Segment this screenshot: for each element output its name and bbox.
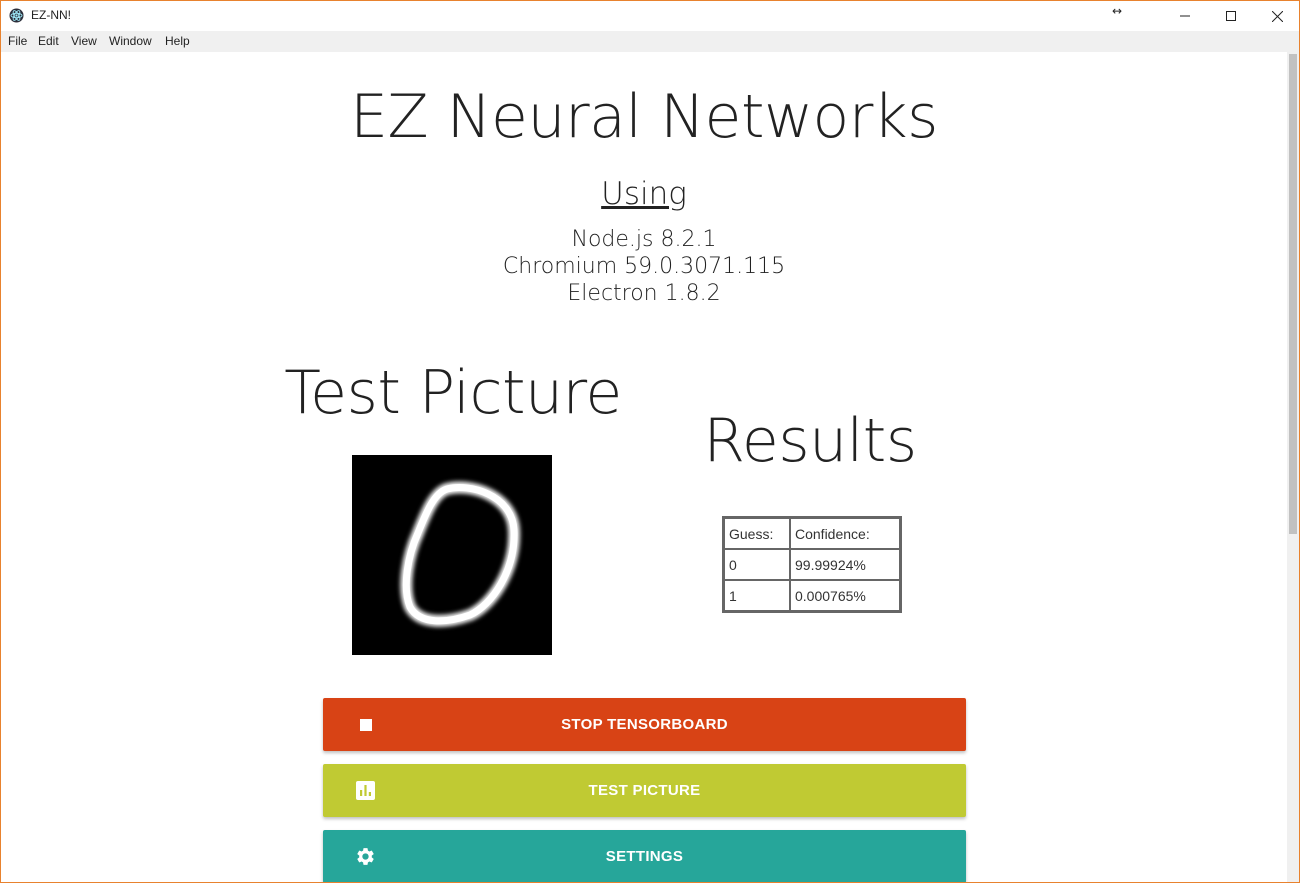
menu-help[interactable]: Help bbox=[165, 34, 190, 48]
page-title: EZ Neural Networks bbox=[350, 82, 938, 152]
menu-file[interactable]: File bbox=[8, 34, 27, 48]
resize-cursor-icon: ↔ bbox=[1112, 4, 1123, 18]
confidence-cell: 99.99924% bbox=[789, 548, 902, 581]
table-header-row: Guess: Confidence: bbox=[722, 516, 902, 550]
table-header-confidence: Confidence: bbox=[789, 516, 902, 550]
close-icon bbox=[1271, 10, 1283, 22]
test-picture-label: TEST PICTURE bbox=[588, 782, 701, 799]
confidence-cell: 0.000765% bbox=[789, 579, 902, 613]
minimize-icon bbox=[1180, 15, 1190, 17]
guess-cell: 1 bbox=[722, 579, 791, 613]
using-heading: Using bbox=[601, 176, 687, 212]
table-row: 0 99.99924% bbox=[722, 548, 902, 581]
gear-icon bbox=[355, 846, 376, 867]
settings-button[interactable]: SETTINGS bbox=[323, 830, 966, 882]
results-title: Results bbox=[703, 406, 917, 476]
stop-tensorboard-button[interactable]: STOP TENSORBOARD bbox=[323, 698, 966, 751]
close-button[interactable] bbox=[1254, 1, 1299, 31]
table-row: 1 0.000765% bbox=[722, 579, 902, 613]
window-title: EZ-NN! bbox=[31, 8, 71, 22]
menu-window[interactable]: Window bbox=[109, 34, 152, 48]
title-bar: EZ-NN! ↔ bbox=[1, 1, 1299, 31]
test-digit-image bbox=[352, 455, 552, 655]
menu-edit[interactable]: Edit bbox=[38, 34, 59, 48]
stop-tensorboard-label: STOP TENSORBOARD bbox=[561, 716, 728, 733]
test-picture-title: Test Picture bbox=[284, 358, 622, 428]
chart-icon bbox=[355, 780, 376, 801]
version-electron: Electron 1.8.2 bbox=[567, 281, 721, 306]
menu-view[interactable]: View bbox=[71, 34, 97, 48]
version-chromium: Chromium 59.0.3071.115 bbox=[502, 254, 786, 279]
scrollbar-thumb[interactable] bbox=[1289, 54, 1297, 534]
main-content: EZ Neural Networks Using Node.js 8.2.1 C… bbox=[1, 52, 1287, 882]
app-window: EZ-NN! ↔ File Edit View Window Help EZ N… bbox=[0, 0, 1300, 883]
guess-cell: 0 bbox=[722, 548, 791, 581]
minimize-button[interactable] bbox=[1162, 1, 1208, 31]
stop-icon bbox=[355, 714, 376, 735]
test-picture-button[interactable]: TEST PICTURE bbox=[323, 764, 966, 817]
table-header-guess: Guess: bbox=[722, 516, 791, 550]
version-node: Node.js 8.2.1 bbox=[571, 227, 717, 252]
maximize-icon bbox=[1226, 11, 1236, 21]
results-table: Guess: Confidence: 0 99.99924% 1 0.00076… bbox=[722, 516, 902, 613]
electron-app-icon bbox=[9, 8, 24, 23]
vertical-scrollbar[interactable] bbox=[1287, 52, 1299, 882]
menu-bar: File Edit View Window Help bbox=[1, 31, 1299, 52]
maximize-button[interactable] bbox=[1208, 1, 1254, 31]
settings-label: SETTINGS bbox=[605, 848, 684, 865]
